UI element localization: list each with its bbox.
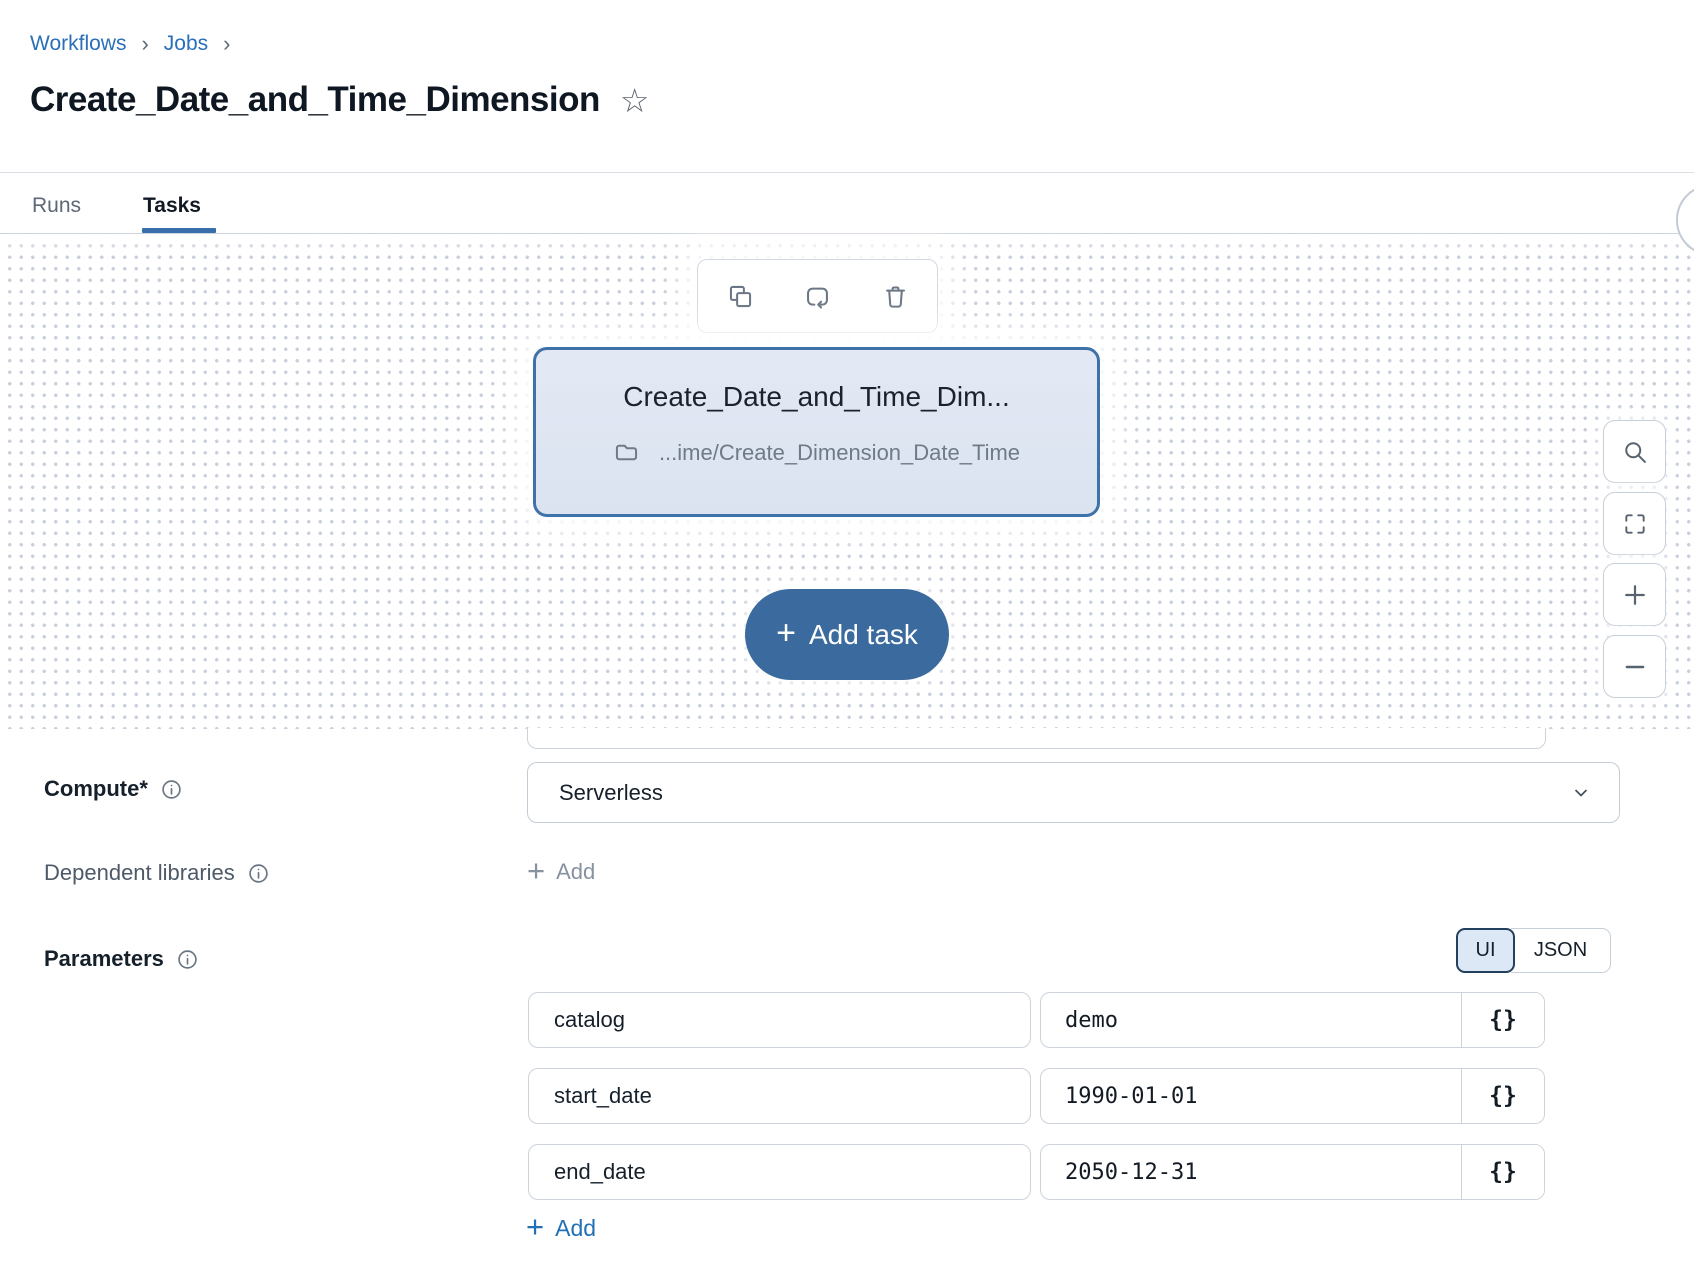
task-card[interactable]: Create_Date_and_Time_Dim... ...ime/Creat… [533,347,1100,517]
clone-task-button[interactable] [725,281,755,311]
chevron-down-icon [1571,783,1591,803]
cropped-field-bottom[interactable] [527,728,1546,749]
dependent-libraries-label-row: Dependent libraries [44,860,269,886]
add-library-button[interactable]: + Add [527,858,595,886]
parameters-view-toggle: UI JSON [1456,928,1611,973]
param-value-field: {} [1040,1144,1545,1200]
param-value-field: {} [1040,992,1545,1048]
toggle-ui-option[interactable]: UI [1456,928,1515,973]
dynamic-value-button[interactable]: {} [1462,1145,1544,1199]
param-value-field: {} [1040,1068,1545,1124]
loop-task-button[interactable] [803,281,833,311]
delete-task-button[interactable] [880,281,910,311]
add-task-button[interactable]: + Add task [745,589,949,680]
info-icon[interactable] [161,779,182,800]
dependent-libraries-label: Dependent libraries [44,860,235,886]
add-parameter-label: Add [555,1215,596,1242]
fullscreen-icon [1622,511,1648,537]
jobs-task-page: Workflows › Jobs › Create_Date_and_Time_… [0,0,1694,1262]
param-key-input[interactable] [528,992,1031,1048]
info-icon[interactable] [248,863,269,884]
compute-label: Compute* [44,776,148,802]
add-library-label: Add [556,859,595,885]
canvas-search-button[interactable] [1603,420,1666,483]
tab-runs[interactable]: Runs [32,194,81,218]
parameters-label-row: Parameters [44,946,198,972]
folder-icon [613,439,640,466]
add-task-label: Add task [809,619,918,651]
task-card-path: ...ime/Create_Dimension_Date_Time [659,440,1020,466]
minus-icon [1621,653,1649,681]
breadcrumb-workflows-link[interactable]: Workflows [30,32,126,56]
task-card-title: Create_Date_and_Time_Dim... [536,381,1097,413]
plus-icon: + [527,855,545,886]
zoom-in-button[interactable] [1603,563,1666,626]
breadcrumb-separator: › [141,31,148,57]
param-value-input[interactable] [1041,1069,1461,1123]
search-icon [1621,438,1649,466]
parameters-label: Parameters [44,946,164,972]
task-toolbar [697,259,938,333]
fit-view-button[interactable] [1603,492,1666,555]
task-card-path-row: ...ime/Create_Dimension_Date_Time [536,439,1097,466]
breadcrumb-jobs-link[interactable]: Jobs [164,32,208,56]
compute-selected-value: Serverless [559,780,1571,806]
plus-icon [1621,581,1649,609]
tab-tasks[interactable]: Tasks [143,194,201,218]
page-title: Create_Date_and_Time_Dimension [30,80,600,120]
compute-label-row: Compute* [44,776,182,802]
add-parameter-button[interactable]: + Add [526,1214,596,1242]
trash-icon [882,283,909,310]
param-key-input[interactable] [528,1144,1031,1200]
param-key-input[interactable] [528,1068,1031,1124]
title-row: Create_Date_and_Time_Dimension ☆ [30,80,649,120]
dynamic-value-button[interactable]: {} [1462,1069,1544,1123]
loop-icon [804,283,831,310]
plus-icon: + [776,616,796,650]
zoom-out-button[interactable] [1603,635,1666,698]
info-icon[interactable] [177,949,198,970]
plus-icon: + [526,1211,544,1242]
compute-select[interactable]: Serverless [527,762,1620,823]
param-value-input[interactable] [1041,1145,1461,1199]
param-value-input[interactable] [1041,993,1461,1047]
favorite-star-icon[interactable]: ☆ [620,84,650,117]
dynamic-value-button[interactable]: {} [1462,993,1544,1047]
clone-icon [727,283,754,310]
toggle-json-option[interactable]: JSON [1511,928,1611,973]
breadcrumb: Workflows › Jobs › [30,31,230,57]
header-divider [0,172,1694,173]
breadcrumb-separator: › [223,31,230,57]
task-graph-canvas[interactable]: Create_Date_and_Time_Dim... ...ime/Creat… [0,234,1694,729]
